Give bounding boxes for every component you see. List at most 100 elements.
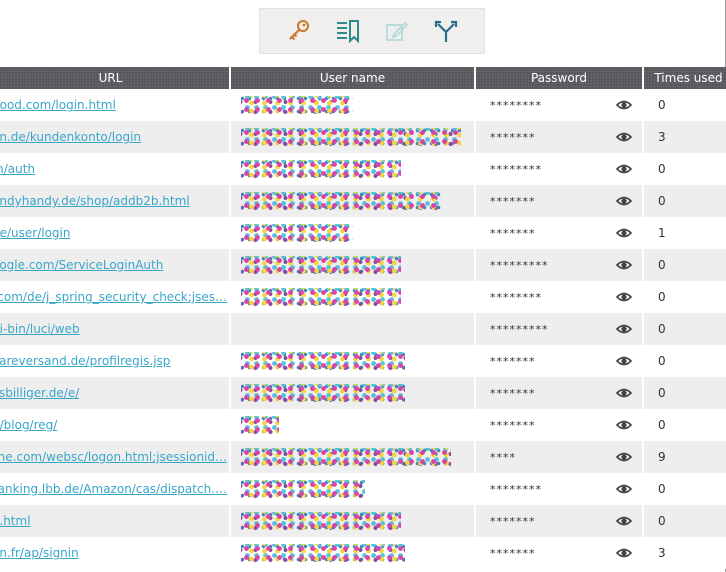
url-cell: e.html: [0, 505, 231, 537]
table-row[interactable]: m/auth ******** 0: [0, 153, 726, 185]
url-link[interactable]: online.com/websc/logon.html;jsessionid…: [0, 450, 227, 464]
table-row[interactable]: ksbilliger.de/e/ ******* 0: [0, 377, 726, 409]
eye-icon[interactable]: [616, 258, 632, 272]
times-used-cell: 0: [643, 153, 726, 185]
username-cell[interactable]: [230, 377, 476, 409]
table-row[interactable]: en.de/kundenkonto/login ******* 3: [0, 121, 726, 153]
edit-icon: [385, 21, 408, 41]
table-row[interactable]: oogle.com/ServiceLoginAuth ********* 0: [0, 249, 726, 281]
username-cell[interactable]: [230, 409, 476, 441]
password-cell: *******: [475, 185, 644, 217]
username-cell[interactable]: [230, 441, 476, 473]
password-cell: *********: [475, 313, 644, 345]
url-link[interactable]: endyhandy.de/shop/addb2b.html: [0, 194, 227, 208]
eye-icon[interactable]: [616, 450, 632, 464]
url-link[interactable]: on.fr/ap/signin: [0, 546, 227, 560]
url-link[interactable]: ksbilliger.de/e/: [0, 386, 227, 400]
url-text: vareversand.de/profilregis.jsp: [0, 354, 171, 368]
username-cell[interactable]: [230, 249, 476, 281]
times-used-cell: 0: [643, 249, 726, 281]
password-cell: *******: [475, 345, 644, 377]
table-row[interactable]: endyhandy.de/shop/addb2b.html ******* 0: [0, 185, 726, 217]
username-cell[interactable]: [230, 505, 476, 537]
toolbar: [259, 8, 485, 54]
merge-button[interactable]: [429, 14, 463, 48]
column-header-url[interactable]: URL: [0, 67, 231, 89]
table-row[interactable]: u/blog/reg/ ******* 0: [0, 409, 726, 441]
url-text: ksbilliger.de/e/: [0, 386, 80, 400]
column-header-username[interactable]: User name: [230, 67, 476, 89]
url-link[interactable]: ed.com/de/j_spring_security_check;jses…: [0, 290, 227, 304]
username-redacted: [241, 448, 451, 466]
url-link[interactable]: oogle.com/ServiceLoginAuth: [0, 258, 227, 272]
url-cell: ksbilliger.de/e/: [0, 377, 231, 409]
username-cell[interactable]: [230, 185, 476, 217]
username-cell[interactable]: [230, 345, 476, 377]
password-masked: *********: [490, 323, 549, 336]
eye-icon[interactable]: [616, 130, 632, 144]
table-row[interactable]: vareversand.de/profilregis.jsp ******* 0: [0, 345, 726, 377]
eye-icon[interactable]: [616, 226, 632, 240]
times-used-cell: 0: [643, 345, 726, 377]
eye-icon[interactable]: [616, 98, 632, 112]
eye-icon[interactable]: [616, 514, 632, 528]
eye-icon[interactable]: [616, 354, 632, 368]
table-row[interactable]: online.com/websc/logon.html;jsessionid… *…: [0, 441, 726, 473]
url-link[interactable]: e.html: [0, 514, 227, 528]
table-row[interactable]: ed.com/de/j_spring_security_check;jses… *…: [0, 281, 726, 313]
url-text: -banking.lbb.de/Amazon/cas/dispatch.…: [0, 482, 227, 496]
eye-icon[interactable]: [616, 162, 632, 176]
password-cell: *******: [475, 409, 644, 441]
url-link[interactable]: vareversand.de/profilregis.jsp: [0, 354, 227, 368]
column-header-times-used[interactable]: Times used: [643, 67, 726, 89]
url-link[interactable]: de/user/login: [0, 226, 227, 240]
username-redacted: [241, 544, 405, 562]
username-redacted: [241, 384, 405, 402]
password-masked: *******: [490, 355, 536, 368]
table-row[interactable]: e.html ******* 0: [0, 505, 726, 537]
eye-icon[interactable]: [616, 290, 632, 304]
url-link[interactable]: m/auth: [0, 162, 227, 176]
eye-icon[interactable]: [616, 482, 632, 496]
password-cell: ********: [475, 153, 644, 185]
column-header-password[interactable]: Password: [475, 67, 644, 89]
table-row[interactable]: de/user/login ******* 1: [0, 217, 726, 249]
table-row[interactable]: -banking.lbb.de/Amazon/cas/dispatch.… ***…: [0, 473, 726, 505]
table-row[interactable]: on.fr/ap/signin ******* 3: [0, 537, 726, 569]
password-cell: *******: [475, 217, 644, 249]
table-row[interactable]: good.com/login.html ******** 0: [0, 89, 726, 121]
username-cell[interactable]: [230, 153, 476, 185]
bookmarks-button[interactable]: [331, 14, 365, 48]
times-used-cell: 1: [643, 217, 726, 249]
username-cell[interactable]: [230, 537, 476, 569]
eye-icon[interactable]: [616, 194, 632, 208]
key-icon: [288, 20, 309, 41]
password-masked: *******: [490, 547, 536, 560]
password-masked: *******: [490, 195, 536, 208]
url-link[interactable]: good.com/login.html: [0, 98, 227, 112]
eye-icon[interactable]: [616, 418, 632, 432]
username-redacted: [241, 416, 279, 434]
password-cell: *******: [475, 505, 644, 537]
eye-icon[interactable]: [616, 322, 632, 336]
url-link[interactable]: gi-bin/luci/web: [0, 322, 227, 336]
username-cell[interactable]: [230, 313, 476, 345]
username-cell[interactable]: [230, 121, 476, 153]
url-link[interactable]: -banking.lbb.de/Amazon/cas/dispatch.…: [0, 482, 227, 496]
key-button[interactable]: [282, 14, 316, 48]
password-masked: ********: [490, 99, 542, 112]
password-cell: *******: [475, 121, 644, 153]
username-cell[interactable]: [230, 89, 476, 121]
username-cell[interactable]: [230, 473, 476, 505]
username-cell[interactable]: [230, 217, 476, 249]
username-cell[interactable]: [230, 281, 476, 313]
url-link[interactable]: en.de/kundenkonto/login: [0, 130, 227, 144]
password-cell: *******: [475, 377, 644, 409]
merge-arrows-icon: [434, 20, 457, 42]
edit-button[interactable]: [380, 14, 414, 48]
url-text: ed.com/de/j_spring_security_check;jses…: [0, 290, 227, 304]
url-link[interactable]: u/blog/reg/: [0, 418, 227, 432]
table-row[interactable]: gi-bin/luci/web ********* 0: [0, 313, 726, 345]
eye-icon[interactable]: [616, 546, 632, 560]
eye-icon[interactable]: [616, 386, 632, 400]
